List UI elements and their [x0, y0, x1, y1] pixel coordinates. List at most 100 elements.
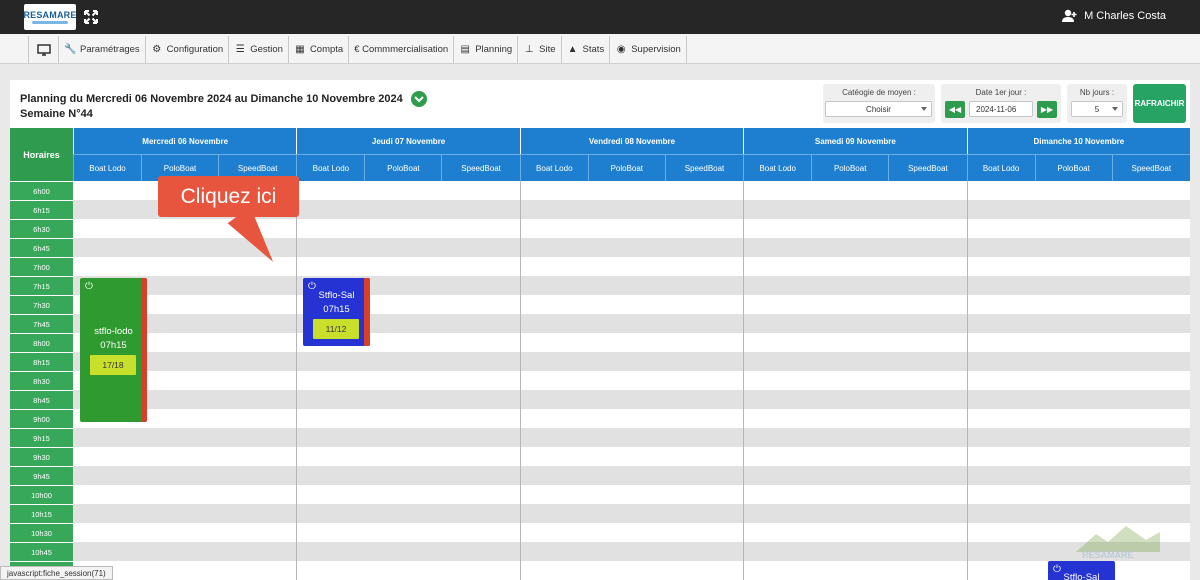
day-separator	[966, 181, 968, 580]
date-input[interactable]: 2024-11-06	[969, 101, 1033, 117]
resource-header: Boat Lodo	[966, 154, 1035, 181]
nav-label: Site	[539, 44, 556, 55]
calculator-icon: ▦	[295, 44, 305, 55]
day-header: Samedi 09 Novembre	[743, 128, 967, 154]
time-slot-row[interactable]	[73, 276, 1190, 295]
hour-cell: 10h30	[10, 523, 73, 542]
hour-cell: 6h45	[10, 238, 73, 257]
user-menu[interactable]: M Charles Costa	[1062, 9, 1166, 23]
session-card[interactable]: ⏻ Stflo-Sal 07h15 11/12	[303, 278, 370, 346]
next-period-button[interactable]: ▶▶	[1037, 101, 1057, 118]
time-slot-row[interactable]	[73, 257, 1190, 276]
resource-header: PoloBoat	[587, 154, 665, 181]
nav-parametrages[interactable]: 🔧 Paramétrages	[58, 36, 145, 63]
time-slot-row[interactable]	[73, 561, 1190, 580]
time-slot-row[interactable]	[73, 333, 1190, 352]
session-name: stflo-lodo	[94, 326, 133, 337]
previous-period-button[interactable]: ◀◀	[945, 101, 965, 118]
nav-planning[interactable]: ▤ Planning	[453, 36, 517, 63]
hour-cell: 7h30	[10, 295, 73, 314]
time-slot-row[interactable]	[73, 447, 1190, 466]
day-separator	[743, 181, 745, 580]
resource-header: Boat Lodo	[73, 154, 141, 181]
hour-cell: 9h00	[10, 409, 73, 428]
resource-header: SpeedBoat	[1111, 154, 1190, 181]
mountain-icon	[1076, 526, 1160, 552]
days-select[interactable]: 5	[1071, 101, 1123, 117]
chevron-down-icon	[414, 96, 424, 103]
resource-header: Boat Lodo	[296, 154, 365, 181]
caret-down-icon	[921, 107, 927, 111]
app-logo[interactable]: RESAMARE	[23, 4, 76, 30]
nav-label: Gestion	[250, 44, 283, 55]
hours-header: Horaires	[10, 128, 73, 181]
watermark-text: RESAMARE	[1082, 550, 1134, 560]
time-slot-row[interactable]	[73, 542, 1190, 561]
nav-configuration[interactable]: ⚙ Configuration	[144, 36, 229, 63]
resource-header: PoloBoat	[364, 154, 442, 181]
watermark-logo: RESAMARE	[1076, 524, 1160, 564]
time-slot-row[interactable]	[73, 466, 1190, 485]
date-label: Date 1er jour :	[975, 88, 1027, 97]
resource-header: SpeedBoat	[664, 154, 744, 181]
time-slot-row[interactable]	[73, 352, 1190, 371]
time-slot-row[interactable]	[73, 485, 1190, 504]
nav-label: Compta	[309, 44, 344, 55]
time-slot-row[interactable]	[73, 504, 1190, 523]
days-control: Nb jours : 5	[1067, 84, 1127, 123]
sitemap-icon: ⊥	[524, 44, 534, 55]
caret-down-icon	[1112, 107, 1118, 111]
category-select[interactable]: Choisir	[825, 101, 932, 117]
session-time: 07h15	[100, 340, 127, 351]
hour-cell: 9h45	[10, 466, 73, 485]
nav-commercialisation[interactable]: € Commmercialisation	[348, 36, 453, 63]
power-icon: ⏻	[85, 281, 93, 292]
fast-forward-icon: ▶▶	[1040, 105, 1054, 114]
session-status-bar	[141, 278, 147, 422]
time-slot-row[interactable]	[73, 390, 1190, 409]
hour-cell: 9h30	[10, 447, 73, 466]
user-name: M Charles Costa	[1084, 10, 1166, 22]
nav-bar: 🔧 Paramétrages ⚙ Configuration ☰ Gestion ▦ C…	[0, 34, 1200, 64]
week-label: Semaine N°44	[20, 108, 93, 120]
time-slot-row[interactable]	[73, 371, 1190, 390]
hour-cell: 10h00	[10, 485, 73, 504]
nav-label: Paramétrages	[80, 44, 140, 55]
browser-status-bar: javascript:fiche_session(71)	[0, 566, 113, 580]
hour-cell: 8h45	[10, 390, 73, 409]
collapse-button[interactable]	[410, 91, 427, 107]
hours-list: 6h00 6h15 6h30 6h45 7h00 7h15 7h30 7h45 8h00 8h15…	[10, 181, 73, 580]
session-name: Stflo-Sal	[1063, 572, 1100, 580]
nav-supervision[interactable]: ◉ Supervision	[609, 36, 687, 63]
category-control: Catéogie de moyen : Choisir	[823, 84, 935, 123]
hour-cell: 10h15	[10, 504, 73, 523]
monitor-icon	[36, 43, 51, 56]
nav-stats[interactable]: ▲ Stats	[560, 36, 610, 63]
time-slot-row[interactable]	[73, 523, 1190, 542]
day-separator	[519, 181, 521, 580]
fast-backward-icon: ◀◀	[948, 105, 962, 114]
resource-header: PoloBoat	[811, 154, 889, 181]
time-slot-row[interactable]	[73, 409, 1190, 428]
hour-cell: 7h45	[10, 314, 73, 333]
nav-compta[interactable]: ▦ Compta	[287, 36, 348, 63]
fullscreen-icon[interactable]	[84, 10, 98, 24]
time-slot-row[interactable]	[73, 314, 1190, 333]
nav-dashboard[interactable]	[28, 36, 58, 63]
logo-wave-icon	[32, 21, 68, 24]
hour-cell: 7h15	[10, 276, 73, 295]
refresh-button[interactable]: RAFRAICHIR	[1133, 84, 1186, 123]
time-slot-row[interactable]	[73, 295, 1190, 314]
time-slot-row[interactable]	[73, 428, 1190, 447]
user-add-icon	[1062, 9, 1077, 22]
nav-gestion[interactable]: ☰ Gestion	[228, 36, 288, 63]
hour-cell: 8h00	[10, 333, 73, 352]
session-status-bar	[364, 278, 370, 346]
gears-icon: ⚙	[152, 44, 162, 55]
resource-header: Boat Lodo	[519, 154, 588, 181]
list-icon: ☰	[235, 44, 245, 55]
page-title: Planning du Mercredi 06 Novembre 2024 au…	[20, 91, 427, 107]
session-card[interactable]: ⏻ stflo-lodo 07h15 17/18	[80, 278, 147, 422]
session-time: 07h15	[323, 304, 350, 315]
nav-site[interactable]: ⊥ Site	[517, 36, 560, 63]
